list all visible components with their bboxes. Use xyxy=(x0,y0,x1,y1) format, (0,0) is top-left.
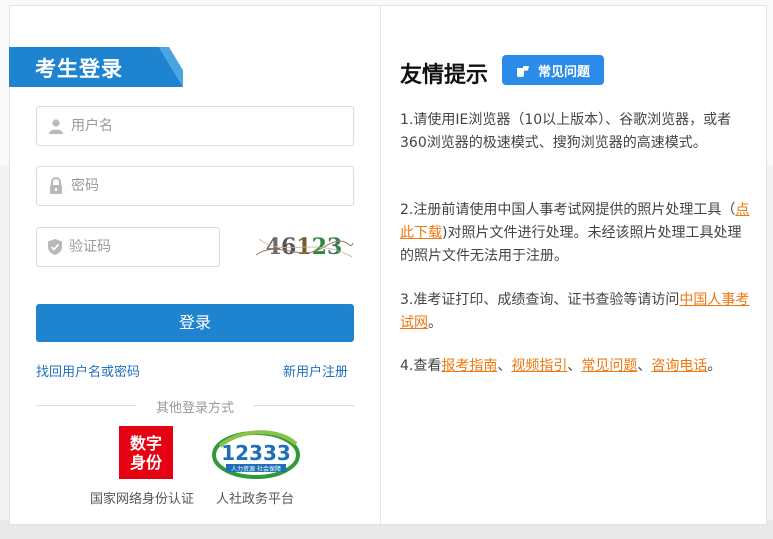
login-button[interactable]: 登录 xyxy=(36,304,354,342)
hrss-subtext: 人力资源 社会保障 xyxy=(231,465,281,473)
tip-text: 3.准考证打印、成绩查询、证书查验等请访问 xyxy=(400,292,680,308)
tip-exam-site: 3.准考证打印、成绩查询、证书查验等请访问中国人事考试网。 xyxy=(400,289,754,335)
tip-text: 。 xyxy=(707,358,722,374)
digital-id-logo-text: 身份 xyxy=(129,452,162,472)
captcha-field[interactable] xyxy=(36,227,243,267)
tip-text: 。 xyxy=(428,315,442,331)
video-guide-link[interactable]: 视频指引 xyxy=(511,358,567,374)
tip-text: )对照片文件进行处理。未经该照片处理工具处理的照片文件无法用于注册。 xyxy=(400,225,742,264)
user-icon xyxy=(47,117,65,135)
contact-phone-link[interactable]: 咨询电话 xyxy=(651,358,707,374)
password-field[interactable] xyxy=(36,166,354,206)
tip-text: 2.注册前请使用中国人事考试网提供的照片处理工具（ xyxy=(400,202,736,218)
shield-check-icon xyxy=(47,238,63,256)
tip-photo-tool: 2.注册前请使用中国人事考试网提供的照片处理工具（点此下载)对照片文件进行处理。… xyxy=(400,199,754,268)
captcha-input[interactable] xyxy=(69,239,243,255)
divider-right xyxy=(254,405,354,406)
password-input[interactable] xyxy=(71,178,311,194)
digital-id-logo[interactable]: 数字 身份 xyxy=(119,426,173,479)
column-divider xyxy=(380,5,381,525)
recover-account-link[interactable]: 找回用户名或密码 xyxy=(36,361,140,380)
login-title: 考生登录 xyxy=(35,57,123,81)
separator: 、 xyxy=(567,358,582,374)
login-header: 考生登录 xyxy=(9,47,183,87)
faq-button[interactable]: 常见问题 xyxy=(502,55,604,85)
tip-resources: 4.查看报考指南、视频指引、常见问题、咨询电话。 xyxy=(400,355,754,378)
other-login-label: 其他登录方式 xyxy=(155,401,234,416)
captcha-noise xyxy=(255,238,354,258)
tip-text: 4.查看 xyxy=(400,358,442,374)
captcha-image[interactable]: 4 6 1 2 3 xyxy=(254,229,354,265)
tip-browser: 1.请使用IE浏览器（10以上版本）、谷歌浏览器，或者360浏览器的极速模式、搜… xyxy=(400,112,732,151)
register-link[interactable]: 新用户注册 xyxy=(283,361,348,380)
hrss-number: 12333 xyxy=(221,441,291,465)
pointing-hand-icon xyxy=(516,66,529,77)
username-field[interactable] xyxy=(36,106,354,146)
faq-link[interactable]: 常见问题 xyxy=(581,358,637,374)
digital-id-label[interactable]: 国家网络身份认证 xyxy=(90,488,194,507)
separator: 、 xyxy=(637,358,652,374)
lock-icon xyxy=(47,177,65,195)
hrss-12333-logo[interactable]: 12333 人力资源 社会保障 xyxy=(210,426,302,480)
hrss-12333-logo-graphic: 12333 人力资源 社会保障 xyxy=(212,430,300,479)
hrss-platform-label[interactable]: 人社政务平台 xyxy=(216,488,294,507)
faq-button-label: 常见问题 xyxy=(537,64,590,80)
guide-link[interactable]: 报考指南 xyxy=(441,358,497,374)
username-input[interactable] xyxy=(71,118,311,134)
divider-left xyxy=(36,405,136,406)
digital-id-logo-text: 数字 xyxy=(129,433,162,453)
separator: 、 xyxy=(497,358,512,374)
tips-title: 友情提示 xyxy=(400,63,489,88)
